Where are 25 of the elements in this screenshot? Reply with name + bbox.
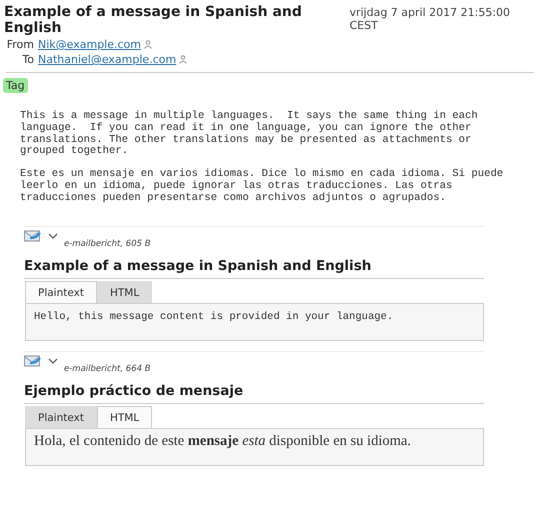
person-icon[interactable] (179, 55, 188, 64)
message-date: vrijdag 7 april 2017 21:55:00 CEST (349, 6, 512, 32)
view-tab[interactable]: HTML (96, 280, 152, 303)
field-label: From (6, 38, 34, 51)
email-link[interactable]: Nik@example.com (38, 38, 141, 51)
tag-label[interactable]: Tag (3, 78, 28, 93)
message-paragraph: Este es un mensaje en varios idiomas. Dice lo mismo en cada idioma. Si puede leerlo en un idioma, puede ignorar las otras traducciones. Las otras traducciones pueden presentarse como archivos adjuntos o agrupados. (20, 169, 504, 205)
attachment-title: Example of a message in Spanish and English (24, 258, 484, 279)
attachment-title: Ejemplo práctico de mensaje (24, 382, 484, 404)
message-subject: Example of a message in Spanish and English (4, 4, 303, 36)
attachment-info: e-mailbericht, 605 B (64, 238, 151, 249)
view-tab[interactable]: HTML (96, 406, 152, 428)
field-label: To (21, 53, 34, 66)
envelope-icon[interactable] (24, 354, 42, 368)
chevron-down-icon[interactable] (48, 232, 58, 240)
attachment-info: e-mailbericht, 664 B (64, 364, 151, 374)
content-text: Hola, el contenido de este mensaje esta disponible en su idioma. (34, 432, 412, 450)
envelope-icon[interactable] (24, 228, 42, 243)
content-text: Hello, this message content is provided in your language. (34, 310, 394, 323)
person-icon[interactable] (144, 40, 152, 49)
email-link[interactable]: Nathaniel@example.com (38, 53, 176, 66)
view-tab[interactable]: Plaintext (25, 406, 97, 428)
message-paragraph: This is a message in multiple languages. It says the same thing in each language. If you can read it in one language, you can ignore the other translations. The other translations may be presented as attachments or grouped together. (20, 111, 479, 158)
chevron-down-icon[interactable] (48, 356, 58, 365)
view-tab[interactable]: Plaintext (25, 280, 97, 303)
